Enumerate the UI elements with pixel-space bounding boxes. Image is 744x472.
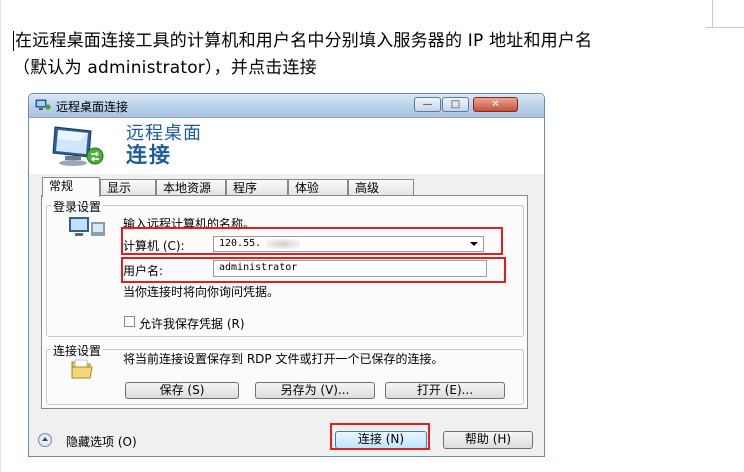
page-margin-guide	[0, 0, 1, 472]
chevron-up-icon[interactable]	[38, 433, 52, 447]
tab-programs[interactable]: 程序	[226, 179, 288, 195]
text-cursor	[13, 31, 14, 51]
connection-description: 将当前连接设置保存到 RDP 文件或打开一个已保存的连接。	[123, 352, 444, 366]
tab-display[interactable]: 显示	[100, 179, 156, 195]
folder-icon	[71, 359, 93, 379]
dialog-header: 远程桌面 连接	[29, 118, 544, 174]
save-credentials-label[interactable]: 允许我保存凭据 (R)	[139, 315, 245, 332]
maximize-button[interactable]: □	[442, 97, 469, 112]
save-credentials-checkbox[interactable]	[124, 316, 135, 327]
instruction-line-1: 在远程桌面连接工具的计算机和用户名中分别填入服务器的 IP 地址和用户名	[15, 31, 593, 51]
title-bar[interactable]: 远程桌面连接 — □ ✕	[29, 94, 544, 118]
tab-general[interactable]: 常规	[42, 177, 100, 197]
close-button[interactable]: ✕	[473, 97, 518, 112]
page-corner-mark	[712, 0, 713, 28]
minimize-button[interactable]: —	[414, 97, 441, 112]
credential-note: 当你连接时将向你询问凭据。	[123, 285, 280, 299]
computer-icon	[69, 217, 105, 236]
save-as-button[interactable]: 另存为 (V)...	[255, 382, 375, 399]
save-button[interactable]: 保存 (S)	[125, 382, 239, 399]
open-button[interactable]: 打开 (E)...	[385, 382, 505, 399]
instruction-line-2: （默认为 administrator），并点击连接	[13, 58, 317, 78]
header-title-line-2: 连接	[126, 143, 172, 167]
tab-experience[interactable]: 体验	[288, 179, 348, 195]
connect-highlight-box	[330, 423, 430, 450]
username-highlight-box	[121, 257, 506, 283]
monitor-connection-icon	[52, 126, 104, 166]
tab-local-resources[interactable]: 本地资源	[156, 179, 226, 195]
page-corner-mark-horizontal	[706, 27, 744, 28]
window-title: 远程桌面连接	[56, 100, 129, 114]
computer-highlight-box	[121, 227, 503, 255]
remote-desktop-icon	[35, 99, 51, 110]
hide-options-link[interactable]: 隐藏选项 (O)	[66, 433, 137, 450]
login-settings-label: 登录设置	[51, 198, 104, 215]
help-button[interactable]: 帮助 (H)	[443, 431, 533, 449]
tab-advanced[interactable]: 高级	[348, 179, 414, 195]
